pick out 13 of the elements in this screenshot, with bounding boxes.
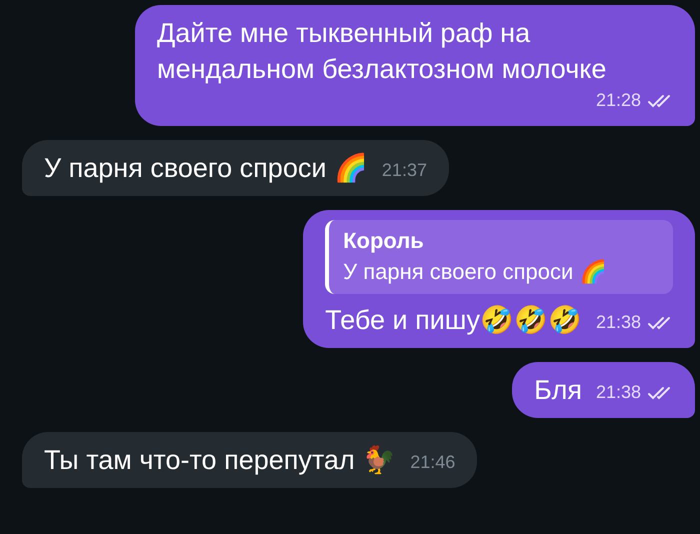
reply-text: У парня своего спроси 🌈 [343, 258, 608, 286]
message-text: Бля [534, 374, 582, 407]
message-time: 21:38 [596, 381, 641, 404]
message-text: Дайте мне тыквенный раф на мендальном безлактозном молочке [157, 17, 608, 86]
message-text: У парня своего спроси 🌈 [44, 152, 368, 185]
message-time: 21:46 [410, 451, 456, 474]
reply-quote[interactable]: Король У парня своего спроси 🌈 [325, 220, 673, 294]
message-time: 21:28 [596, 89, 641, 112]
message-text: Ты там что-то перепутал 🐓 [44, 444, 396, 477]
reply-author: Король [343, 227, 425, 255]
message-time: 21:38 [596, 311, 641, 334]
message-time: 21:37 [382, 159, 427, 182]
message-text: Тебе и пишу🤣🤣🤣 [325, 304, 582, 337]
